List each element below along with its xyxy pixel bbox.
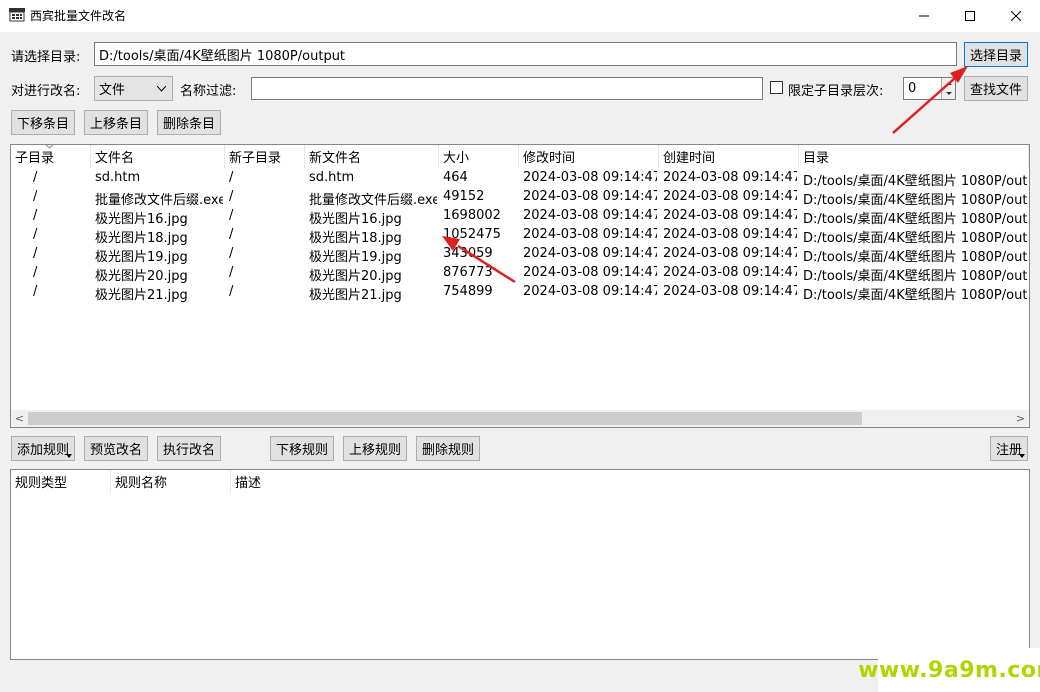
annotation-arrow-file-list <box>457 244 516 284</box>
annotation-arrowhead-file-list <box>442 236 460 251</box>
annotation-arrow-choose-dir <box>892 77 956 134</box>
annotation-arrows <box>442 66 968 284</box>
watermark: www.9a9m.com <box>858 648 1040 692</box>
